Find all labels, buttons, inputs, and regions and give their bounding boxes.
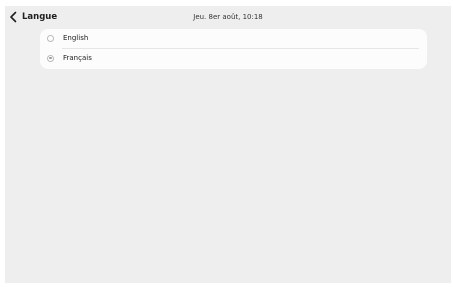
language-list-card: English Français bbox=[40, 29, 427, 69]
language-label-french: Français bbox=[63, 54, 92, 62]
radio-button-french[interactable] bbox=[47, 54, 54, 62]
language-label-english: English bbox=[63, 34, 89, 42]
settings-screen: Langue Jeu. 8er août, 10:18 English Fran… bbox=[5, 6, 451, 283]
language-option-english[interactable]: English bbox=[40, 29, 427, 49]
radio-button-english[interactable] bbox=[47, 34, 54, 42]
status-datetime: Jeu. 8er août, 10:18 bbox=[193, 13, 263, 21]
language-option-french[interactable]: Français bbox=[40, 49, 427, 69]
header-bar: Langue Jeu. 8er août, 10:18 bbox=[5, 6, 451, 28]
